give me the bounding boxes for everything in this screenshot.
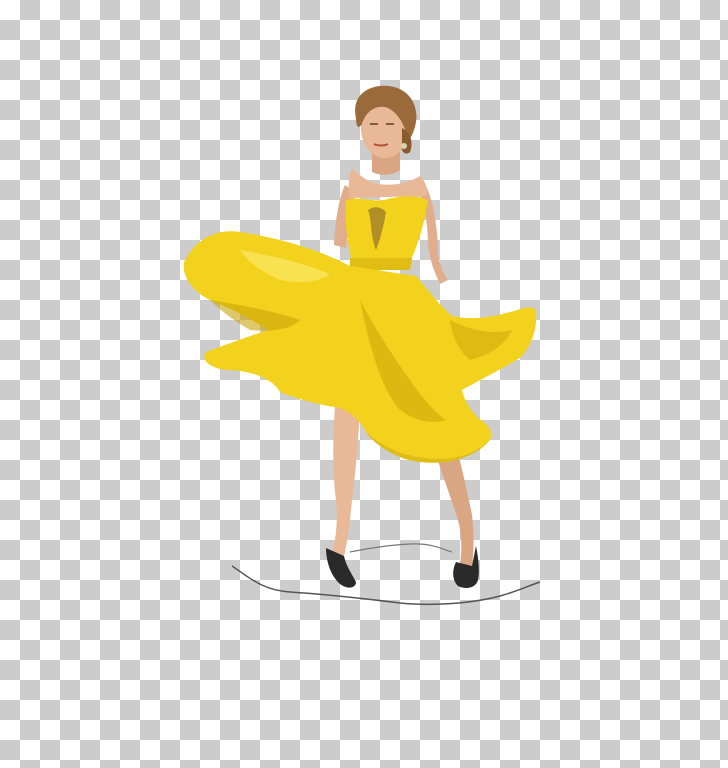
dress-bodice	[345, 196, 428, 262]
ground-outline-upper	[349, 543, 453, 553]
ground-outline	[231, 565, 541, 606]
woman-figure	[183, 85, 541, 606]
left-leg	[332, 405, 360, 556]
image-canvas	[0, 0, 728, 768]
earring	[401, 143, 407, 149]
right-arm	[418, 182, 448, 284]
